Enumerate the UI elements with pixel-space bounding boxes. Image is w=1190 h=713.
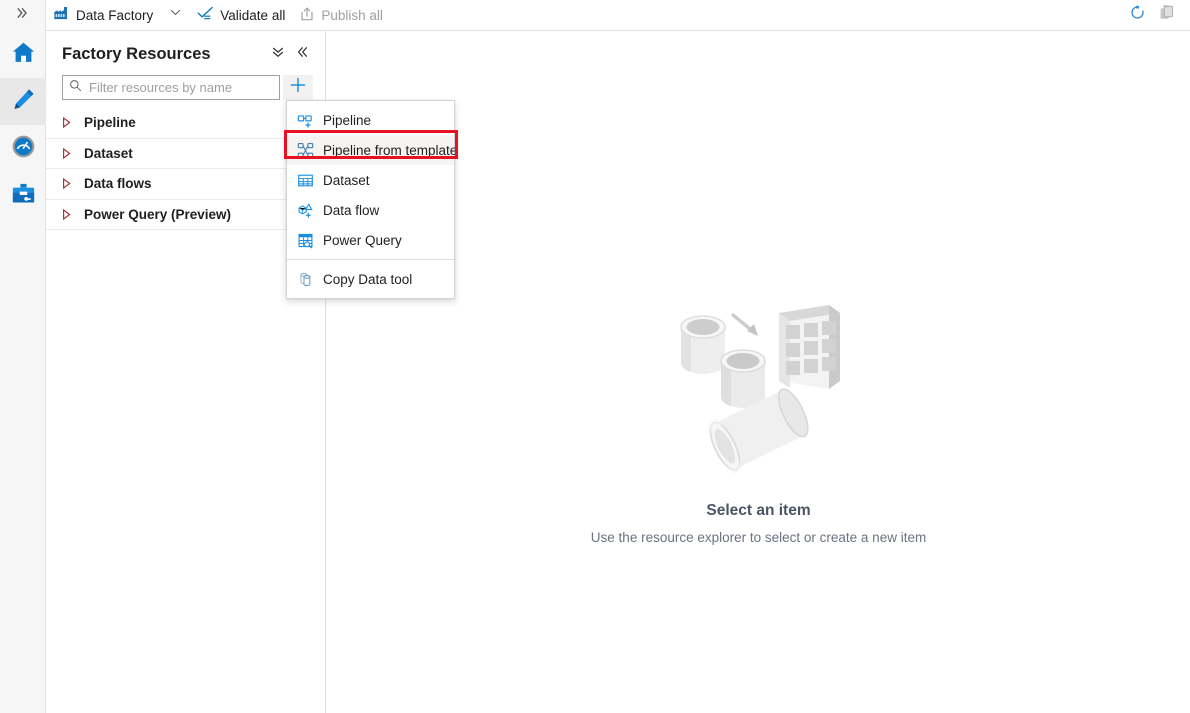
triangle-right-icon[interactable]	[62, 209, 80, 220]
panel-header: Factory Resources	[46, 31, 325, 75]
refresh-icon	[1129, 4, 1146, 26]
chevron-double-down-icon	[271, 45, 285, 64]
menu-item-label: Copy Data tool	[323, 272, 412, 287]
product-switcher-caret[interactable]	[160, 0, 190, 31]
triangle-right-icon[interactable]	[62, 148, 80, 159]
pipeline-add-icon	[296, 111, 314, 129]
validate-all-button[interactable]: Validate all	[190, 0, 292, 31]
refresh-button[interactable]	[1122, 2, 1152, 28]
dataset-table-icon	[296, 171, 314, 189]
topbar-right-actions	[1122, 0, 1190, 31]
main-canvas: Select an item Use the resource explorer…	[327, 31, 1190, 713]
menu-item-label: Power Query	[323, 233, 402, 248]
empty-state-title: Select an item	[706, 502, 810, 520]
page-title: Factory Resources	[62, 45, 211, 64]
tree-item-label: Pipeline	[84, 115, 136, 130]
empty-state: Select an item Use the resource explorer…	[327, 289, 1190, 545]
rail-item-manage[interactable]	[0, 172, 46, 219]
tree-item-data-flows[interactable]: Data flows	[46, 169, 325, 200]
menu-item-power-query[interactable]: Power Query	[287, 225, 454, 255]
monitor-gauge-icon	[11, 134, 36, 164]
triangle-right-icon[interactable]	[62, 117, 80, 128]
rail-item-author[interactable]	[0, 78, 46, 125]
triangle-right-icon[interactable]	[62, 178, 80, 189]
toolbox-icon	[11, 181, 36, 211]
copy-data-tool-icon	[296, 270, 314, 288]
home-icon	[11, 40, 36, 70]
validate-all-label: Validate all	[220, 8, 285, 23]
collapse-all-button[interactable]	[267, 43, 289, 65]
validate-checkmark-icon	[197, 5, 214, 25]
top-command-bar: Data Factory Validate all Publish al	[0, 0, 1190, 31]
tree-item-dataset[interactable]: Dataset	[46, 139, 325, 170]
discard-button[interactable]	[1152, 2, 1182, 28]
menu-item-pipeline[interactable]: Pipeline	[287, 105, 454, 135]
menu-item-label: Pipeline from template	[323, 143, 457, 158]
menu-item-dataset[interactable]: Dataset	[287, 165, 454, 195]
menu-item-label: Dataset	[323, 173, 370, 188]
panel-header-actions	[265, 43, 313, 65]
empty-state-subtitle: Use the resource explorer to select or c…	[591, 530, 926, 545]
pencil-icon	[11, 87, 36, 117]
isometric-data-pipeline-illustration	[659, 289, 859, 484]
rail-expand-button[interactable]	[0, 0, 46, 31]
filter-row	[46, 75, 325, 100]
menu-item-label: Pipeline	[323, 113, 371, 128]
new-resource-menu: Pipeline Pipeline from template Dataset	[286, 100, 455, 299]
search-icon	[69, 79, 82, 97]
menu-item-label: Data flow	[323, 203, 379, 218]
collapse-panel-button[interactable]	[291, 43, 313, 65]
publish-all-button[interactable]: Publish all	[292, 0, 390, 31]
rail-item-monitor[interactable]	[0, 125, 46, 172]
tree-item-label: Power Query (Preview)	[84, 207, 231, 222]
add-resource-button[interactable]	[283, 75, 313, 100]
menu-item-copy-data-tool[interactable]: Copy Data tool	[287, 264, 454, 294]
product-label: Data Factory	[76, 8, 153, 23]
activity-rail	[0, 0, 46, 713]
search-input[interactable]	[87, 77, 273, 98]
menu-item-pipeline-from-template[interactable]: Pipeline from template	[287, 135, 454, 165]
menu-divider	[287, 259, 454, 260]
chevron-double-right-icon	[16, 6, 30, 25]
tree-item-label: Data flows	[84, 176, 152, 191]
factory-icon	[53, 5, 70, 25]
factory-resources-panel: Factory Resources	[46, 31, 326, 713]
plus-icon	[289, 76, 307, 99]
tree-item-power-query[interactable]: Power Query (Preview)	[46, 200, 325, 231]
publish-all-label: Publish all	[321, 8, 383, 23]
discard-copy-icon	[1158, 4, 1176, 27]
search-box[interactable]	[62, 75, 280, 100]
rail-item-home[interactable]	[0, 31, 46, 78]
power-query-icon	[296, 231, 314, 249]
tree-item-pipeline[interactable]: Pipeline	[46, 108, 325, 139]
publish-upload-icon	[299, 6, 315, 25]
pipeline-template-icon	[296, 141, 314, 159]
tree-item-label: Dataset	[84, 146, 133, 161]
chevron-double-left-icon	[295, 45, 309, 64]
menu-item-data-flow[interactable]: Data flow	[287, 195, 454, 225]
resource-tree: Pipeline Dataset Data flows	[46, 108, 325, 230]
product-switcher[interactable]: Data Factory	[46, 0, 160, 31]
dataflow-add-icon	[296, 201, 314, 219]
chevron-down-icon	[169, 6, 182, 24]
